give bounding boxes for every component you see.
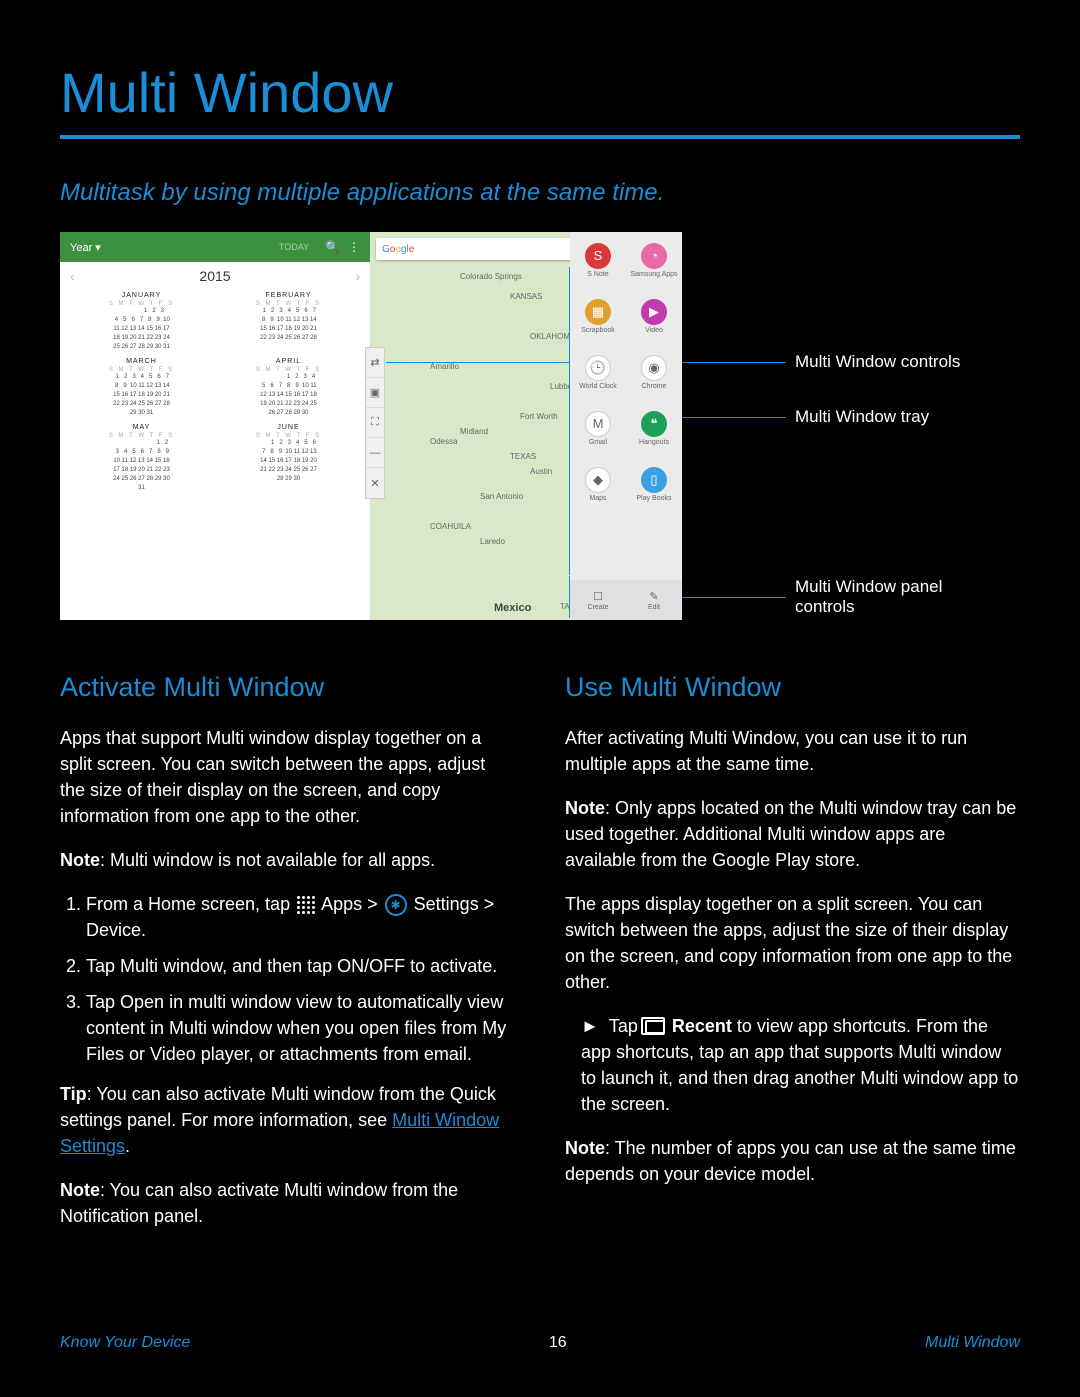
multiwindow-panel-controls[interactable]: ☐Create✎Edit <box>570 580 682 620</box>
calendar-month: FEBRUARYS M T W T F S 1 2 3 4 5 6 7 8 9 … <box>217 292 360 352</box>
tray-app[interactable]: ▶Video <box>626 288 682 344</box>
device-screenshot: Year ▾ TODAY 🔍 ⋮ ‹ 2015 › JANUARYS M T W… <box>60 232 680 620</box>
chevron-right-icon[interactable]: › <box>231 268 360 284</box>
tray-app[interactable]: ◔Samsung Apps <box>626 232 682 288</box>
map-label: COAHUILA <box>430 522 471 531</box>
title-divider <box>60 135 1020 139</box>
tray-app[interactable]: ▦Scrapbook <box>570 288 626 344</box>
map-label: TEXAS <box>510 452 536 461</box>
switch-windows-icon[interactable]: ⇄ <box>366 348 384 378</box>
footer-right: Multi Window <box>925 1334 1020 1352</box>
map-label: Fort Worth <box>520 412 558 421</box>
tray-app[interactable]: ❝Hangouts <box>626 400 682 456</box>
page-title: Multi Window <box>60 60 1020 125</box>
calendar-header: Year ▾ TODAY 🔍 ⋮ <box>60 232 370 262</box>
calendar-today-btn[interactable]: TODAY <box>279 242 309 252</box>
multiwindow-control-tray[interactable]: ⇄ ▣ ⛶ — ✕ <box>365 347 385 499</box>
page-subtitle: Multitask by using multiple applications… <box>60 179 1020 207</box>
tray-app[interactable]: 🕒World Clock <box>570 344 626 400</box>
map-label: Amarillo <box>430 362 459 371</box>
activate-step-1: From a Home screen, tap Apps > ✱ Setting… <box>86 891 515 943</box>
activate-step-3: Tap Open in multi window view to automat… <box>86 989 515 1067</box>
callout-label-controls: Multi Window controls <box>795 352 960 372</box>
right-column: Use Multi Window After activating Multi … <box>565 672 1020 1247</box>
screenshot-figure: Year ▾ TODAY 🔍 ⋮ ‹ 2015 › JANUARYS M T W… <box>60 232 1020 632</box>
tray-app[interactable]: ◆Maps <box>570 456 626 512</box>
calendar-year: 2015 <box>199 268 230 284</box>
use-body2: The apps display together on a split scr… <box>565 891 1020 995</box>
map-label: Austin <box>530 467 552 476</box>
map-label: San Antonio <box>480 492 523 501</box>
activate-heading: Activate Multi Window <box>60 672 515 703</box>
use-intro: After activating Multi Window, you can u… <box>565 725 1020 777</box>
calendar-month: APRILS M T W T F S 1 2 3 4 5 6 7 8 9 10 … <box>217 358 360 418</box>
multiwindow-app-tray[interactable]: SS Note◔Samsung Apps▦Scrapbook▶Video🕒Wor… <box>570 232 682 620</box>
callout-label-panel: Multi Window panel controls <box>795 577 985 617</box>
apps-icon <box>297 896 315 914</box>
callout-line-tray <box>680 417 786 418</box>
left-column: Activate Multi Window Apps that support … <box>60 672 515 1247</box>
calendar-year-dropdown[interactable]: Year ▾ <box>70 241 279 254</box>
activate-note1: Note: Multi window is not available for … <box>60 847 515 873</box>
tray-app[interactable]: ◉Chrome <box>626 344 682 400</box>
search-icon[interactable]: 🔍 <box>325 240 340 254</box>
calendar-year-nav: ‹ 2015 › <box>60 262 370 290</box>
close-icon[interactable]: ✕ <box>366 468 384 498</box>
calendar-month: JUNES M T W T F S 1 2 3 4 5 6 7 8 9 10 1… <box>217 424 360 493</box>
map-label: Colorado Springs <box>460 272 522 281</box>
map-country-label: Mexico <box>494 602 531 614</box>
use-heading: Use Multi Window <box>565 672 1020 703</box>
map-label: Laredo <box>480 537 505 546</box>
activate-intro: Apps that support Multi window display t… <box>60 725 515 829</box>
calendar-month: JANUARYS M T W T F S 1 2 3 4 5 6 7 8 9 1… <box>70 292 213 352</box>
map-label: Odessa <box>430 437 458 446</box>
footer-left: Know Your Device <box>60 1334 190 1352</box>
activate-tip: Tip: You can also activate Multi window … <box>60 1081 515 1159</box>
gear-icon: ✱ <box>385 894 407 916</box>
map-label: KANSAS <box>510 292 542 301</box>
calendar-month: MAYS M T W T F S 1 2 3 4 5 6 7 8 9 10 11… <box>70 424 213 493</box>
callout-label-tray: Multi Window tray <box>795 407 929 427</box>
map-label: Midland <box>460 427 488 436</box>
calendar-pane: Year ▾ TODAY 🔍 ⋮ ‹ 2015 › JANUARYS M T W… <box>60 232 370 620</box>
overflow-icon[interactable]: ⋮ <box>348 240 360 254</box>
google-logo: Google <box>382 244 414 255</box>
activate-step-2: Tap Multi window, and then tap ON/OFF to… <box>86 953 515 979</box>
calendar-months-grid: JANUARYS M T W T F S 1 2 3 4 5 6 7 8 9 1… <box>60 290 370 495</box>
calendar-month: MARCHS M T W T F S 1 2 3 4 5 6 7 8 9 10 … <box>70 358 213 418</box>
expand-icon[interactable]: ⛶ <box>366 408 384 438</box>
panel-control[interactable]: ✎Edit <box>626 580 682 620</box>
use-note2: Note: The number of apps you can use at … <box>565 1135 1020 1187</box>
tray-app[interactable]: ▯Play Books <box>626 456 682 512</box>
use-note1: Note: Only apps located on the Multi win… <box>565 795 1020 873</box>
footer-page-number: 16 <box>549 1334 567 1352</box>
chevron-left-icon[interactable]: ‹ <box>70 268 199 284</box>
panel-control[interactable]: ☐Create <box>570 580 626 620</box>
tray-app[interactable]: MGmail <box>570 400 626 456</box>
page-footer: Know Your Device 16 Multi Window <box>60 1334 1020 1352</box>
recent-icon <box>645 1020 665 1034</box>
tray-app[interactable]: SS Note <box>570 232 626 288</box>
activate-note2: Note: You can also activate Multi window… <box>60 1177 515 1229</box>
callout-line-panel <box>680 597 786 598</box>
content-to-other-icon[interactable]: ▣ <box>366 378 384 408</box>
use-bullet: ► Tap Recent to view app shortcuts. From… <box>565 1013 1020 1117</box>
minimize-icon[interactable]: — <box>366 438 384 468</box>
activate-steps: From a Home screen, tap Apps > ✱ Setting… <box>60 891 515 1067</box>
